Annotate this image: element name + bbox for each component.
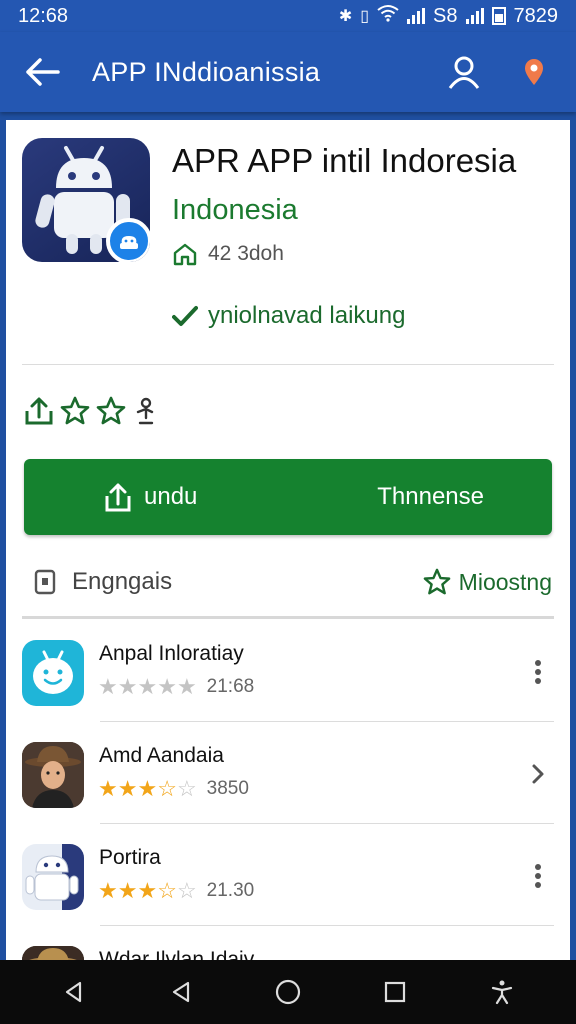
list-item-icon xyxy=(22,844,84,910)
list-item-icon xyxy=(22,946,84,960)
android-robot-icon xyxy=(25,844,84,910)
document-icon xyxy=(34,569,56,595)
list-item-icon xyxy=(22,742,84,808)
carrier-label: S8 xyxy=(433,4,458,27)
list-item-rating: 3850 xyxy=(206,778,249,799)
list-item-title: Wdar Ilvlan Idaiv xyxy=(99,948,255,960)
app-bar-title: APP INddioanissia xyxy=(92,56,321,87)
back-arrow-icon xyxy=(26,58,60,86)
list-item-title: Amd Aandaia xyxy=(99,744,224,767)
person-icon xyxy=(448,56,480,89)
app-developer-link[interactable]: Indonesia xyxy=(172,194,298,227)
list-item-rating: 21.30 xyxy=(206,880,255,901)
list-item[interactable]: Amd Aandaia ★★★☆☆ 3850 xyxy=(6,722,570,824)
rating-stars: ★★★★★ xyxy=(98,674,197,699)
quick-actions-row xyxy=(24,396,158,426)
signal-icon xyxy=(407,8,426,24)
star-outline-icon[interactable] xyxy=(60,396,90,426)
downloads-count: 42 3doh xyxy=(208,242,284,265)
chevron-right-button[interactable] xyxy=(522,758,554,790)
section-left-label: Engngais xyxy=(72,568,173,595)
app-title: APR APP intil Indoresia xyxy=(172,142,517,179)
nfc-icon: ▯ xyxy=(360,8,370,25)
star-outline-icon-2[interactable] xyxy=(96,396,126,426)
section-divider xyxy=(22,616,554,619)
related-apps-list: Anpal Inloratiay ★★★★★ 21:68 Amd Aandaia… xyxy=(6,620,570,960)
nav-back-button[interactable] xyxy=(154,965,208,1019)
list-item[interactable]: Anpal Inloratiay ★★★★★ 21:68 xyxy=(6,620,570,722)
system-nav-bar xyxy=(0,960,576,1024)
wifi-icon xyxy=(377,4,399,28)
install-left: undu xyxy=(104,482,197,512)
home-circle-icon xyxy=(275,979,301,1005)
section-left[interactable]: Engngais xyxy=(34,568,172,596)
recents-square-icon xyxy=(385,981,406,1003)
app-icon xyxy=(22,138,150,262)
star-outline-icon-3 xyxy=(423,568,451,595)
person-gesture-icon[interactable] xyxy=(132,396,158,426)
app-header: APR APP intil Indoresia Indonesia 42 3do… xyxy=(22,138,554,364)
verified-label: yniolnavad laikung xyxy=(208,302,406,329)
app-bar: APP INddioanissia xyxy=(0,32,576,112)
list-item-meta: ★★★☆☆ 3850 xyxy=(98,776,249,802)
header-divider xyxy=(22,364,554,365)
section-header: Engngais Mioostng xyxy=(24,558,552,606)
list-item[interactable]: Portira ★★★☆☆ 21.30 xyxy=(6,824,570,926)
share-tray-icon[interactable] xyxy=(24,396,54,426)
location-pin-icon xyxy=(525,59,543,85)
section-right[interactable]: Mioostng xyxy=(423,568,552,596)
accessibility-icon xyxy=(492,980,513,1005)
section-right-label: Mioostng xyxy=(458,568,552,595)
status-icons: ✱ ▯ S8 7829 xyxy=(339,4,558,28)
nav-home-button[interactable] xyxy=(261,965,315,1019)
status-time: 12:68 xyxy=(18,4,69,27)
install-button[interactable]: undu Thnnense xyxy=(24,459,552,535)
chevron-right-icon xyxy=(532,764,544,784)
more-options-button[interactable] xyxy=(522,860,554,892)
more-options-button[interactable] xyxy=(522,656,554,688)
list-item-meta: ★★★☆☆ 21.30 xyxy=(98,878,254,904)
account-button[interactable] xyxy=(440,48,488,96)
rating-stars: ★★★☆☆ xyxy=(98,878,197,903)
list-item-title: Portira xyxy=(99,846,161,869)
bluetooth-icon: ✱ xyxy=(338,8,353,25)
smiley-robot-icon xyxy=(33,650,73,694)
list-item-rating: 21:68 xyxy=(206,676,255,697)
list-item-meta: ★★★★★ 21:68 xyxy=(98,674,254,700)
man-with-hat-avatar-icon xyxy=(22,742,84,808)
status-bar: 12:68 ✱ ▯ S8 7829 xyxy=(0,0,576,32)
app-detail-card: APR APP intil Indoresia Indonesia 42 3do… xyxy=(6,120,570,960)
checkmark-icon xyxy=(172,306,198,326)
verified-info: yniolnavad laikung xyxy=(172,302,405,330)
back-button[interactable] xyxy=(18,48,66,96)
signal-icon-2 xyxy=(465,8,484,24)
downloads-info: 42 3doh xyxy=(172,242,284,266)
hat-avatar-icon xyxy=(22,946,84,960)
location-button[interactable] xyxy=(510,48,558,96)
list-item[interactable]: Wdar Ilvlan Idaiv xyxy=(6,926,570,960)
battery-icon xyxy=(491,7,506,25)
list-item-title: Anpal Inloratiay xyxy=(99,642,244,665)
back-triangle-icon xyxy=(65,981,81,1003)
more-vert-icon xyxy=(535,864,541,888)
home-outline-icon xyxy=(173,243,197,266)
nav-back-alt-button[interactable] xyxy=(47,965,101,1019)
list-item-icon xyxy=(22,640,84,706)
upload-icon xyxy=(105,483,131,512)
more-vert-icon xyxy=(535,660,541,684)
status-clock-right: 7829 xyxy=(513,4,559,27)
app-badge-icon xyxy=(106,218,150,262)
nav-recents-button[interactable] xyxy=(368,965,422,1019)
rating-stars: ★★★☆☆ xyxy=(98,776,197,801)
back-triangle-icon xyxy=(172,981,189,1003)
nav-accessibility-button[interactable] xyxy=(475,965,529,1019)
install-left-label: undu xyxy=(144,483,198,510)
install-right-label: Thnnense xyxy=(377,483,484,510)
